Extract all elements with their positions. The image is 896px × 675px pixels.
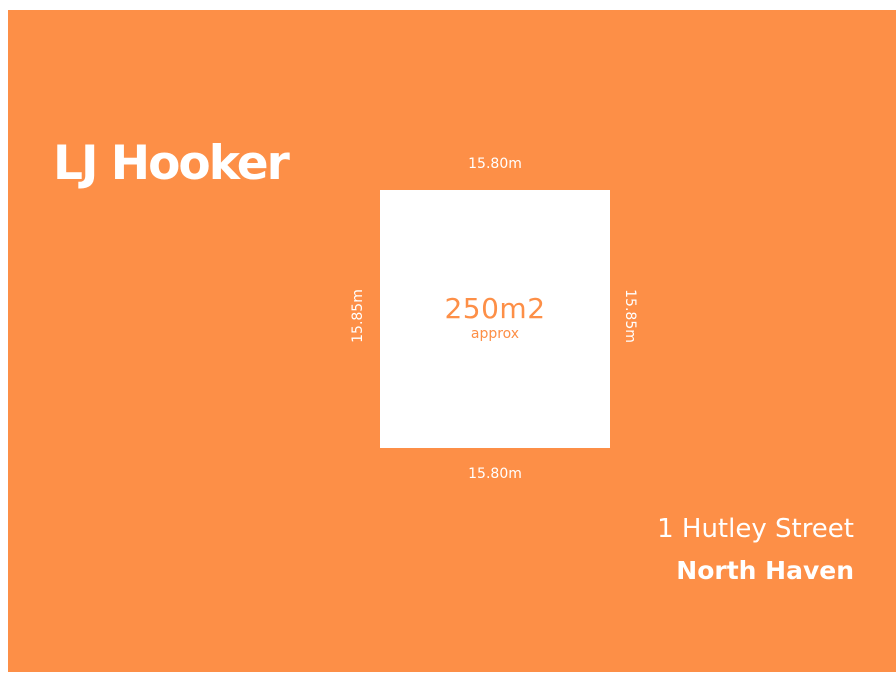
site-plan-canvas: LJ Hooker 15.80m 250m2 approx 15.85m 15.… <box>8 10 896 672</box>
left-dimension-label: 15.85m <box>350 289 366 343</box>
right-dimension-label: 15.85m <box>622 289 638 343</box>
bottom-dimension-label: 15.80m <box>468 466 522 482</box>
area-value: 250m2 <box>444 292 546 325</box>
lj-hooker-logo: LJ Hooker <box>53 136 290 191</box>
street-address: 1 Hutley Street <box>657 514 854 544</box>
land-plot: 250m2 approx <box>380 190 610 448</box>
area-approx-note: approx <box>470 326 520 342</box>
top-dimension-label: 15.80m <box>468 156 522 172</box>
suburb-name: North Haven <box>676 556 854 585</box>
